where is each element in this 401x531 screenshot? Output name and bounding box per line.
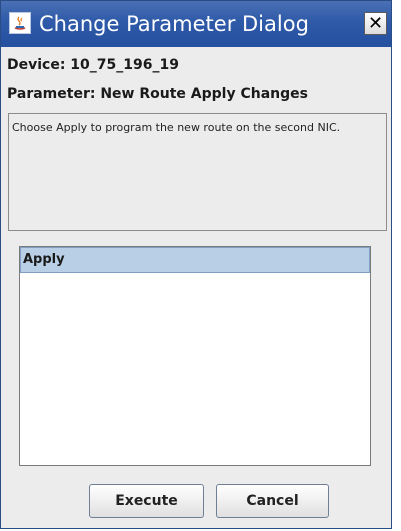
- close-icon[interactable]: ✕: [364, 12, 387, 35]
- cancel-button[interactable]: Cancel: [216, 484, 329, 518]
- device-label: Device: 10_75_196_19: [7, 57, 179, 73]
- title-bar[interactable]: Change Parameter Dialog ✕: [1, 1, 391, 47]
- execute-button[interactable]: Execute: [89, 484, 204, 518]
- change-parameter-dialog: Change Parameter Dialog ✕ Device: 10_75_…: [0, 0, 392, 529]
- description-text-area: Choose Apply to program the new route on…: [8, 113, 387, 231]
- list-item-apply[interactable]: Apply: [20, 247, 370, 273]
- dialog-title: Change Parameter Dialog: [39, 12, 309, 36]
- parameter-label: Parameter: New Route Apply Changes: [7, 86, 308, 102]
- java-app-icon: [9, 12, 31, 34]
- options-list[interactable]: Apply: [19, 246, 371, 466]
